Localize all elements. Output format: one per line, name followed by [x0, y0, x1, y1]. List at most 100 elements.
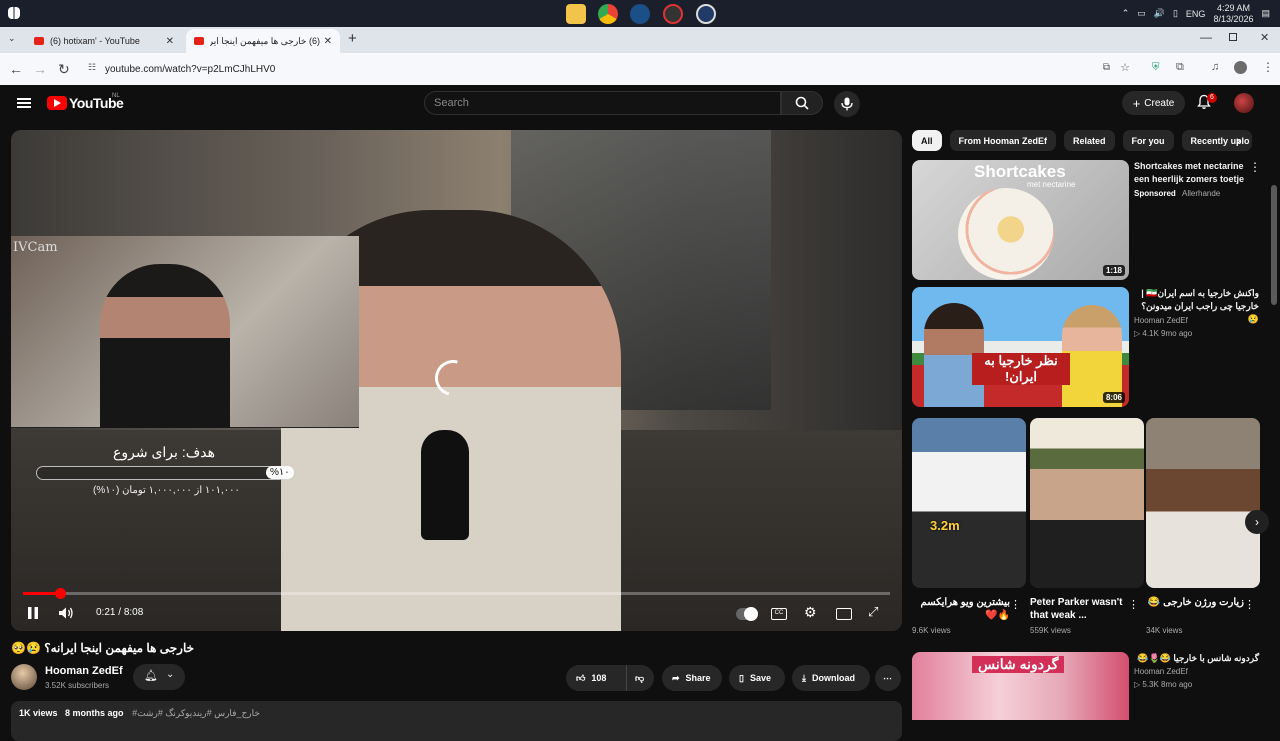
volume-icon[interactable] [58, 606, 74, 620]
subscription-bell-button[interactable]: 🔔︎ ⌄ [133, 664, 185, 690]
chrome-icon[interactable] [598, 4, 618, 24]
new-tab-button[interactable]: + [348, 30, 357, 47]
channel-name[interactable]: Hooman ZedEf [45, 665, 123, 677]
thumbs-up-icon: 👍︎ [576, 672, 586, 683]
close-tab-icon[interactable]: ✕ [166, 36, 174, 47]
volume-icon[interactable]: 🔊 [1154, 8, 1165, 19]
media-icon[interactable]: ♫ [1211, 61, 1219, 73]
language-indicator[interactable]: ENG [1186, 9, 1206, 19]
shield-extension-icon[interactable]: ⛨ [1152, 62, 1160, 73]
video-title[interactable]: گردونه شانس با خارجیا 😂🌷😂 [1134, 652, 1259, 665]
minimize-icon[interactable]: — [1200, 30, 1212, 44]
chip-from-channel[interactable]: From Hooman ZedEf [949, 130, 1057, 151]
close-tab-icon[interactable]: ✕ [324, 36, 332, 47]
chip-all[interactable]: All [912, 130, 942, 151]
advertiser-name[interactable]: Allerhande [1182, 189, 1220, 198]
video-thumbnail[interactable]: Shortcakes met nectarine 1:18 [912, 160, 1129, 280]
short-title[interactable]: زیارت ورژن خارجی 😂 [1146, 596, 1244, 609]
dessert-plate [958, 188, 1054, 280]
video-thumbnail[interactable]: گردونه شانس [912, 652, 1129, 720]
more-vertical-icon[interactable]: ⋮ [1249, 160, 1261, 174]
tab-label: (6) hotixam' - YouTube [50, 36, 140, 46]
network-icon[interactable]: ▭ [1137, 8, 1146, 19]
close-window-icon[interactable]: ✕ [1260, 31, 1269, 44]
address-bar[interactable]: ☷ youtube.com/watch?v=p2LmCJhLHV0 ⧉ ☆ [80, 58, 1140, 80]
microphone-icon [841, 97, 853, 111]
more-vertical-icon[interactable]: ⋮ [1244, 598, 1255, 611]
install-app-icon[interactable]: ⧉ [1103, 62, 1110, 73]
autoplay-toggle[interactable] [736, 607, 758, 621]
reload-icon[interactable]: ↻ [58, 61, 70, 78]
chip-for-you[interactable]: For you [1122, 130, 1174, 151]
clock-time: 4:29 AM [1216, 2, 1250, 13]
site-info-icon[interactable]: ☷ [88, 62, 96, 73]
steam-icon[interactable] [630, 4, 650, 24]
chevron-up-icon[interactable]: ⌃ [1122, 8, 1130, 19]
goal-progress-bar [36, 466, 286, 480]
share-label: Share [685, 673, 711, 683]
more-actions-button[interactable]: ⋯ [875, 665, 901, 691]
fullscreen-icon[interactable]: ⤢ [868, 604, 878, 620]
shorts-next-button[interactable]: › [1245, 510, 1269, 534]
recommended-video[interactable]: Shortcakes met nectarine 1:18 Shortcakes… [912, 160, 1270, 282]
browser-tab-strip: ⌄ (6) hotixam' - YouTube ✕ (6) خارجی ها … [0, 27, 1280, 53]
file-explorer-icon[interactable] [566, 4, 586, 24]
like-button[interactable]: 👍︎ 108 [566, 665, 626, 691]
search-input[interactable]: Search [424, 91, 781, 115]
voice-search-button[interactable] [834, 91, 860, 117]
short-thumbnail[interactable] [1030, 418, 1144, 588]
video-title[interactable]: Shortcakes met nectarine een heerlijk zo… [1134, 160, 1259, 186]
tab-active[interactable]: (6) خارجی ها میفهمن اینجا ایرانه؟ 1 ✕ [186, 29, 340, 53]
video-player[interactable]: IVCam هدف: برای شروع %۱۰ ۱۰۱,۰۰۰ از ۱,۰۰… [11, 130, 902, 631]
more-vertical-icon[interactable]: ⋮ [1128, 598, 1139, 611]
short-title[interactable]: بیشترین ویو هرایکسم 🔥❤️ [912, 596, 1010, 622]
browser-menu-icon[interactable]: ⋮ [1262, 60, 1274, 74]
video-thumbnail[interactable]: نظر خارجیا به ایران! 8:06 [912, 287, 1129, 407]
bookmark-star-icon[interactable]: ☆ [1120, 61, 1130, 74]
theater-mode-icon[interactable] [836, 608, 852, 620]
channel-name[interactable]: Hooman ZedEf [1134, 316, 1188, 325]
short-title[interactable]: Peter Parker wasn't that weak ... [1030, 596, 1128, 622]
settings-gear-icon[interactable]: ⚙ [804, 604, 817, 621]
back-icon[interactable]: ← [9, 61, 23, 77]
pause-icon[interactable] [27, 606, 39, 620]
notification-center-icon[interactable]: ▤ [1261, 8, 1270, 19]
captions-icon[interactable]: CC [771, 608, 787, 620]
dislike-button[interactable]: 👎︎ [626, 665, 654, 691]
recorder-icon[interactable] [663, 4, 683, 24]
channel-name[interactable]: Hooman ZedEf [1134, 667, 1188, 676]
clock[interactable]: 4:29 AM 8/13/2026 [1213, 3, 1253, 25]
restore-icon[interactable] [1229, 33, 1237, 41]
video-progress-bar[interactable] [23, 588, 890, 599]
short-thumbnail[interactable]: 3.2m [912, 418, 1026, 588]
account-avatar[interactable] [1234, 93, 1254, 113]
more-vertical-icon[interactable]: ⋮ [1010, 598, 1021, 611]
short-thumbnail[interactable] [1146, 418, 1260, 588]
wordpress-icon[interactable] [696, 4, 716, 24]
download-button[interactable]: ⤓ Download [792, 665, 870, 691]
extensions-icon[interactable]: ⧉ [1176, 61, 1184, 74]
chip-related[interactable]: Related [1064, 130, 1115, 151]
tab-list-chevron-icon[interactable]: ⌄ [8, 33, 16, 44]
hashtags[interactable]: #خارج_فارس #ریندیوکرنگ #رشت [132, 708, 260, 718]
page-scrollbar[interactable] [1271, 185, 1277, 305]
windows-start-icon[interactable] [8, 7, 20, 19]
recommended-video[interactable]: گردونه شانس گردونه شانس با خارجیا 😂🌷😂 Ho… [912, 652, 1270, 720]
channel-avatar[interactable] [11, 664, 37, 690]
youtube-logo-icon[interactable] [47, 96, 67, 110]
share-button[interactable]: ➦ Share [662, 665, 722, 691]
recommended-video[interactable]: نظر خارجیا به ایران! 8:06 واکنش خارجیا ب… [912, 287, 1270, 409]
chevron-right-icon[interactable]: › [1236, 132, 1241, 148]
forward-icon[interactable]: → [33, 61, 47, 77]
search-placeholder: Search [434, 97, 469, 109]
tab-inactive[interactable]: (6) hotixam' - YouTube ✕ [26, 29, 182, 53]
save-button[interactable]: ▯ Save [729, 665, 785, 691]
system-tray: ⌃ ▭ 🔊 ▯ ENG 4:29 AM 8/13/2026 ▤ [1122, 0, 1280, 27]
create-button[interactable]: + Create [1122, 91, 1185, 115]
search-button[interactable] [781, 91, 823, 115]
menu-hamburger-icon[interactable] [17, 98, 31, 108]
profile-icon[interactable] [1234, 61, 1247, 74]
chip-recently-uploaded[interactable]: Recently uplo [1181, 130, 1252, 151]
battery-icon[interactable]: ▯ [1173, 8, 1178, 19]
description-box[interactable]: 1K views 8 months ago #خارج_فارس #ریندیو… [11, 701, 902, 741]
